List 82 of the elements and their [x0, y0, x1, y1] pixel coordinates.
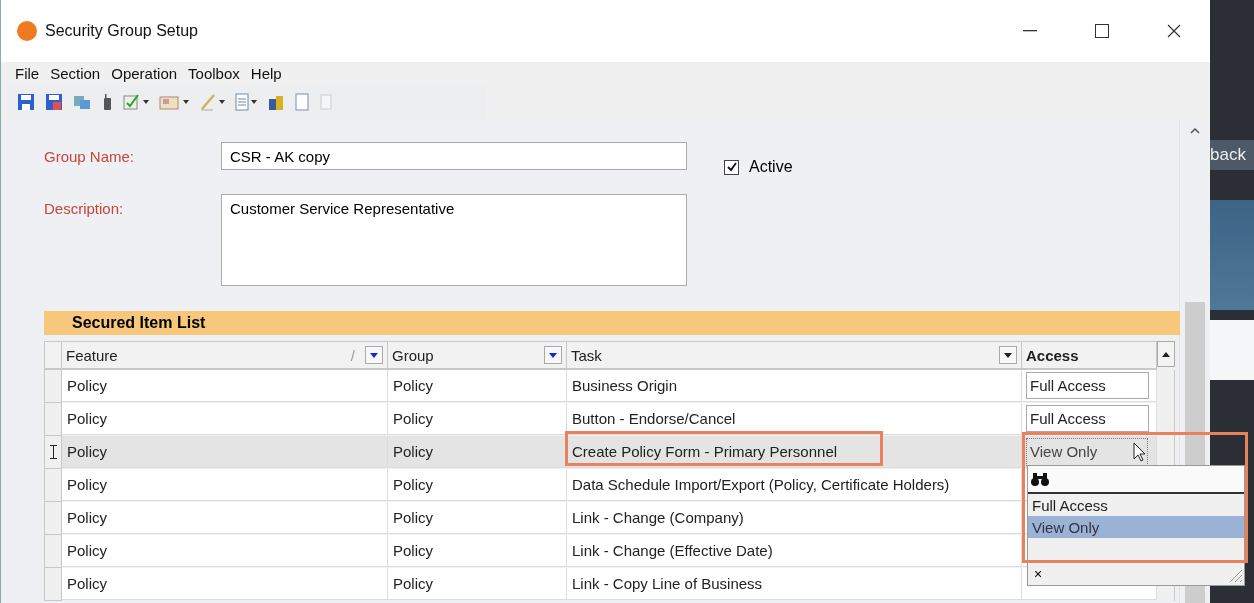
- grid-title: Secured Item List: [44, 311, 1180, 335]
- description-field[interactable]: Customer Service Representative: [221, 194, 687, 286]
- column-header[interactable]: Access: [1022, 341, 1157, 370]
- text-cursor-icon: [49, 445, 57, 459]
- table-cell: Policy: [62, 535, 388, 567]
- table-cell: Policy: [388, 436, 567, 468]
- filter-button[interactable]: [544, 346, 562, 364]
- document-icon: [235, 93, 249, 111]
- table-cell: Policy: [388, 568, 567, 600]
- table-cell: Policy: [62, 568, 388, 600]
- column-header[interactable]: Feature /: [62, 341, 388, 370]
- table-cell: Policy: [62, 502, 388, 534]
- document-icon: [319, 93, 333, 111]
- access-field[interactable]: Full Access: [1026, 372, 1149, 399]
- page-button[interactable]: [295, 93, 309, 111]
- back-button[interactable]: back: [1210, 140, 1254, 170]
- caret-icon: [183, 100, 189, 104]
- table-cell: Button - Endorse/Cancel: [567, 403, 1022, 435]
- active-checkbox[interactable]: [724, 159, 739, 175]
- table-cell: Business Origin: [567, 370, 1022, 402]
- cards-button[interactable]: [159, 93, 189, 111]
- menu-item[interactable]: Operation: [111, 64, 178, 82]
- table-cell: Policy: [388, 469, 567, 501]
- table-cell: Link - Change (Company): [567, 502, 1022, 534]
- check-icon: [726, 162, 737, 172]
- group-name-field[interactable]: CSR - AK copy: [221, 142, 687, 170]
- save-button[interactable]: [17, 93, 35, 111]
- table-cell: Policy: [62, 403, 388, 435]
- close-button[interactable]: ×: [1034, 566, 1043, 582]
- scroll-up-button[interactable]: [1157, 341, 1175, 367]
- copy-button[interactable]: [73, 93, 91, 111]
- caret-icon: [143, 100, 149, 104]
- table-cell: Policy: [388, 370, 567, 402]
- app-logo-icon: [17, 21, 37, 41]
- caret-up-icon: [1162, 351, 1170, 357]
- filter-button[interactable]: [999, 346, 1017, 364]
- column-header[interactable]: Task: [567, 341, 1022, 370]
- table-cell: Policy: [62, 469, 388, 501]
- table-cell: Policy: [388, 535, 567, 567]
- dropdown-option[interactable]: View Only: [1028, 516, 1244, 538]
- table-cell: Create Policy Form - Primary Personnel: [567, 436, 1022, 468]
- cards-icon: [159, 93, 181, 111]
- close-icon: [1167, 24, 1181, 38]
- window-title: Security Group Setup: [45, 22, 199, 40]
- description-label: Description:: [44, 199, 125, 217]
- documents-icon: [73, 93, 91, 111]
- table-cell: Policy: [388, 403, 567, 435]
- column-header[interactable]: Group: [388, 341, 567, 370]
- group-name-label: Group Name:: [44, 147, 136, 165]
- page-icon: [295, 93, 309, 111]
- filter-button[interactable]: [365, 346, 383, 364]
- phone-icon: [101, 93, 113, 111]
- caret-icon: [251, 100, 257, 104]
- checkbox-icon: [123, 93, 141, 111]
- sort-mark: /: [350, 346, 355, 364]
- menu-item[interactable]: Toolbox: [188, 64, 240, 82]
- minimize-icon: [1023, 30, 1037, 32]
- active-label: Active: [749, 158, 793, 176]
- table-cell: Link - Copy Line of Business: [567, 568, 1022, 600]
- table-cell: Policy: [62, 370, 388, 402]
- pencil-button[interactable]: [199, 93, 225, 111]
- row-selector[interactable]: [44, 436, 62, 469]
- checklist-button[interactable]: [123, 93, 149, 111]
- document-button[interactable]: [235, 93, 257, 111]
- menu-item[interactable]: File: [15, 64, 40, 82]
- table-cell: Policy: [388, 502, 567, 534]
- phone-button[interactable]: [101, 93, 113, 111]
- header-corner: [44, 341, 62, 370]
- caret-up-icon: [1190, 128, 1200, 134]
- pencil-icon: [199, 93, 217, 111]
- caret-icon: [219, 100, 225, 104]
- binoculars-icon: [1031, 472, 1049, 486]
- access-field[interactable]: Full Access: [1026, 405, 1149, 432]
- pointer-icon: [1133, 441, 1147, 462]
- table-cell: Link - Change (Effective Date): [567, 535, 1022, 567]
- table-cell: Policy: [62, 436, 388, 468]
- dropdown-option[interactable]: Full Access: [1028, 494, 1244, 516]
- save-close-button[interactable]: [45, 93, 63, 111]
- menu-item[interactable]: Help: [250, 64, 282, 82]
- maximize-icon: [1095, 24, 1109, 38]
- menu-item[interactable]: Section: [50, 64, 101, 82]
- table-cell: Data Schedule Import/Export (Policy, Certificate Holders): [567, 469, 1022, 501]
